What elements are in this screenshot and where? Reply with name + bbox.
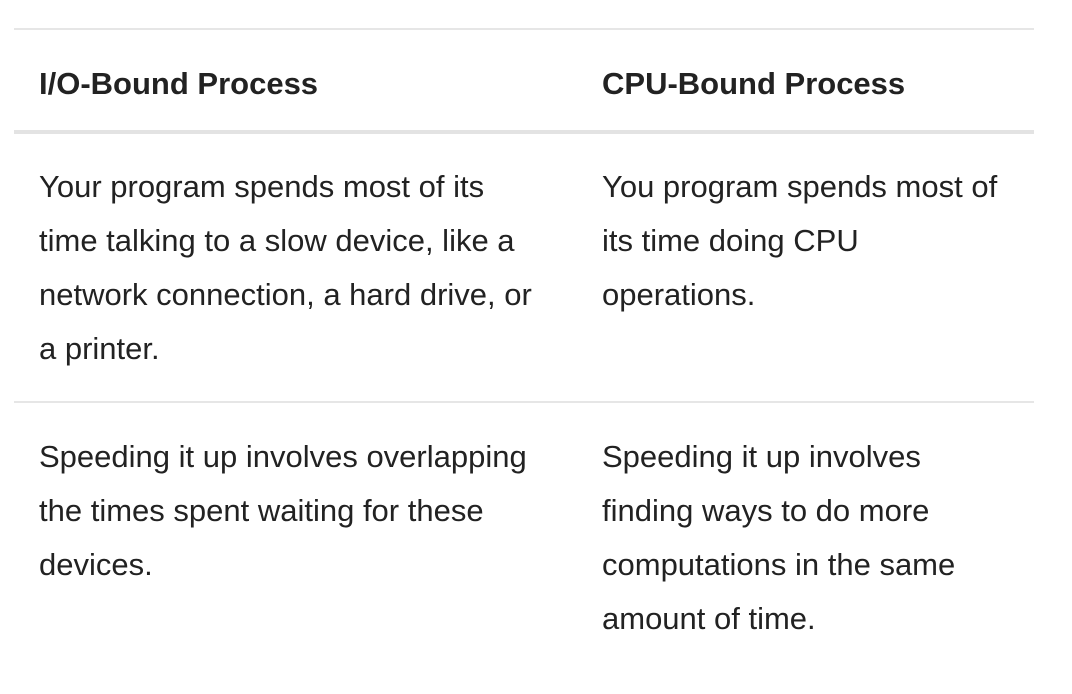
table-header-row: I/O-Bound Process CPU-Bound Process (14, 30, 1034, 134)
table-row: Speeding it up involves overlapping the … (14, 403, 1034, 646)
table-cell: Your program spends most of its time tal… (39, 169, 532, 366)
table-cell: Speeding it up involves finding ways to … (602, 439, 956, 636)
table-row: Your program spends most of its time tal… (14, 134, 1034, 403)
header-cpu-bound: CPU-Bound Process (602, 66, 906, 101)
header-io-bound: I/O-Bound Process (39, 66, 319, 101)
table-cell: You program spends most of its time doin… (602, 169, 998, 312)
table-cell: Speeding it up involves overlapping the … (39, 439, 527, 582)
comparison-table: I/O-Bound Process CPU-Bound Process Your… (14, 28, 1034, 646)
